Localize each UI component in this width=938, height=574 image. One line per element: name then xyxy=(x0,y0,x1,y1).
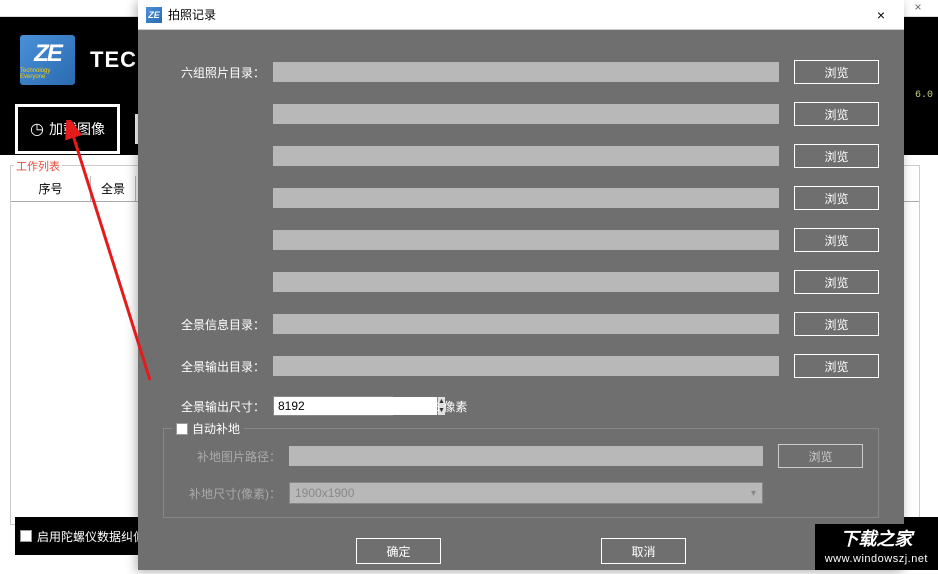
auto-fill-group: 自动补地 补地图片路径： 浏览 补地尺寸(像素)： 1900x1900 xyxy=(163,428,879,518)
label-out-dir: 全景输出目录： xyxy=(163,358,273,375)
gyro-checkbox-label: 启用陀螺仪数据纠偏 xyxy=(37,528,145,545)
browse-button-3[interactable]: 浏览 xyxy=(794,144,879,168)
row-info-dir: 全景信息目录： 浏览 xyxy=(163,312,879,336)
load-image-button[interactable]: ◷ 加载图像 xyxy=(15,104,120,154)
cancel-button[interactable]: 取消 xyxy=(601,538,686,564)
main-close-button[interactable]: × xyxy=(898,0,938,17)
row-out-size: 全景输出尺寸： ▲▼ × 4096 像素 xyxy=(163,396,879,416)
input-six-dir-3[interactable] xyxy=(273,146,779,166)
ok-button[interactable]: 确定 xyxy=(356,538,441,564)
auto-fill-title[interactable]: 自动补地 xyxy=(172,420,244,437)
row-six-dir-2: 浏览 xyxy=(163,102,879,126)
dialog-icon: ZE xyxy=(146,7,162,23)
browse-button-1[interactable]: 浏览 xyxy=(794,60,879,84)
row-six-dir-3: 浏览 xyxy=(163,144,879,168)
input-six-dir-6[interactable] xyxy=(273,272,779,292)
browse-button-4[interactable]: 浏览 xyxy=(794,186,879,210)
row-six-dir-4: 浏览 xyxy=(163,186,879,210)
label-fill-size: 补地尺寸(像素)： xyxy=(179,485,289,502)
input-six-dir-2[interactable] xyxy=(273,104,779,124)
gyro-checkbox[interactable] xyxy=(20,530,32,542)
out-size-spinner[interactable]: ▲▼ xyxy=(273,396,393,416)
input-info-dir[interactable] xyxy=(273,314,779,334)
browse-button-info[interactable]: 浏览 xyxy=(794,312,879,336)
out-size-suffix: × 4096 像素 xyxy=(403,398,467,415)
input-out-dir[interactable] xyxy=(273,356,779,376)
watermark-url: www.windowszj.net xyxy=(825,552,928,566)
dialog-title: 拍照记录 xyxy=(168,6,866,23)
label-six-dir: 六组照片目录： xyxy=(163,64,273,81)
browse-button-out[interactable]: 浏览 xyxy=(794,354,879,378)
row-six-dir-6: 浏览 xyxy=(163,270,879,294)
dialog-buttons: 确定 取消 xyxy=(163,538,879,564)
app-title: TEC xyxy=(90,47,137,73)
row-fill-size: 补地尺寸(像素)： 1900x1900 xyxy=(179,482,863,504)
input-six-dir-4[interactable] xyxy=(273,188,779,208)
auto-fill-checkbox[interactable] xyxy=(176,423,188,435)
label-fill-path: 补地图片路径： xyxy=(179,448,289,465)
browse-button-2[interactable]: 浏览 xyxy=(794,102,879,126)
input-fill-path xyxy=(289,446,763,466)
watermark-title: 下载之家 xyxy=(825,528,928,551)
browse-button-6[interactable]: 浏览 xyxy=(794,270,879,294)
row-fill-path: 补地图片路径： 浏览 xyxy=(179,444,863,468)
label-out-size: 全景输出尺寸： xyxy=(163,398,273,415)
col-index[interactable]: 序号 xyxy=(11,176,91,201)
dialog-close-button[interactable]: × xyxy=(866,7,896,23)
col-pano[interactable]: 全景 xyxy=(91,176,136,201)
row-six-dir-1: 六组照片目录： 浏览 xyxy=(163,60,879,84)
work-list-label: 工作列表 xyxy=(14,158,62,174)
input-six-dir-5[interactable] xyxy=(273,230,779,250)
dialog-titlebar: ZE 拍照记录 × xyxy=(138,0,904,30)
row-six-dir-5: 浏览 xyxy=(163,228,879,252)
label-info-dir: 全景信息目录： xyxy=(163,316,273,333)
auto-fill-label: 自动补地 xyxy=(192,420,240,437)
input-six-dir-1[interactable] xyxy=(273,62,779,82)
dialog-body: 六组照片目录： 浏览 浏览 浏览 浏览 浏览 浏览 xyxy=(138,30,904,574)
fill-size-select: 1900x1900 xyxy=(289,482,763,504)
row-out-dir: 全景输出目录： 浏览 xyxy=(163,354,879,378)
browse-button-fill: 浏览 xyxy=(778,444,863,468)
clock-icon: ◷ xyxy=(30,119,44,139)
photo-record-dialog: ZE 拍照记录 × 六组照片目录： 浏览 浏览 浏览 浏览 浏览 xyxy=(138,0,904,570)
load-image-label: 加载图像 xyxy=(49,119,105,139)
version-text: 6.0 xyxy=(915,90,933,101)
browse-button-5[interactable]: 浏览 xyxy=(794,228,879,252)
watermark: 下载之家 www.windowszj.net xyxy=(815,524,938,570)
app-logo: ZE Technology Everyone xyxy=(20,35,75,85)
